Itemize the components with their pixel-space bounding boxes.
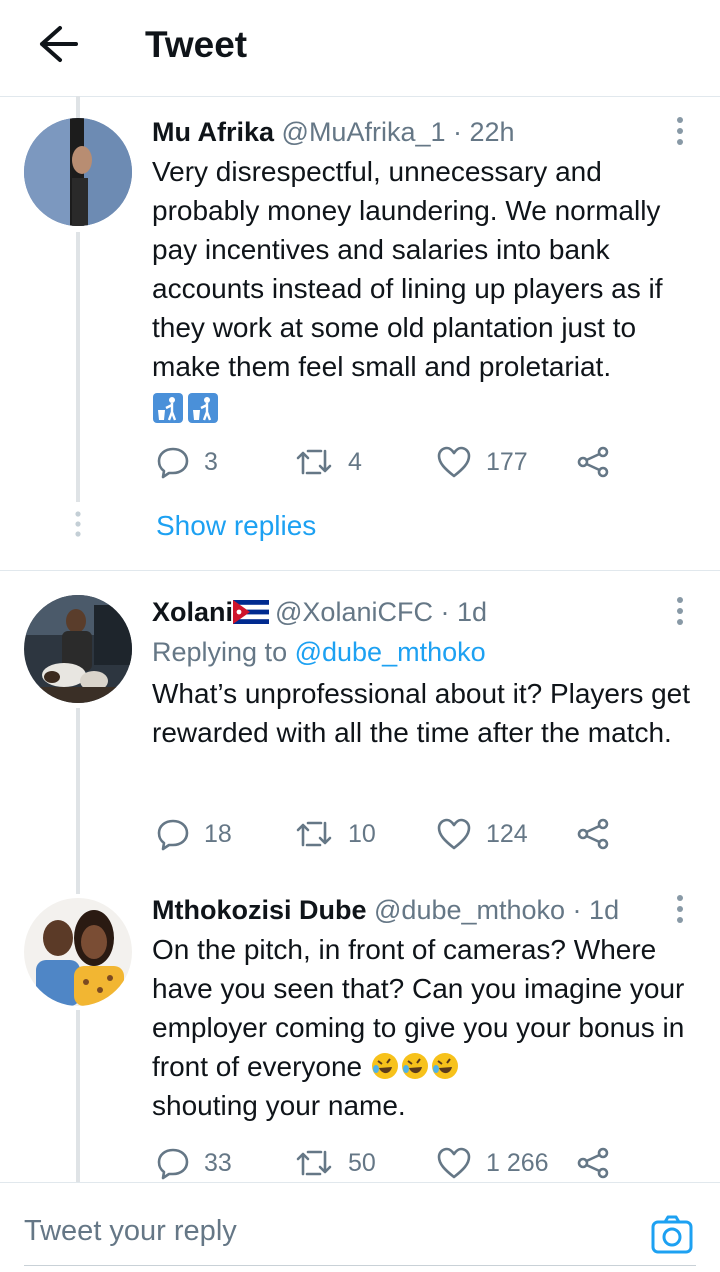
share-icon [577,446,609,478]
tweet-text: On the pitch, in front of cameras? Where… [152,930,696,1125]
tweet-actions: 33 50 1 266 [152,1143,622,1183]
retweet-count: 10 [348,819,376,848]
like-button[interactable]: 124 [436,814,528,854]
handle[interactable]: @MuAfrika_1 [282,117,446,147]
timestamp[interactable]: 1d [589,895,619,925]
page-title: Tweet [145,24,248,65]
tweet-meta: Mthokozisi Dube @dube_mthoko · 1d [152,890,696,930]
meta-separator: · [432,597,457,627]
heart-icon [437,1147,471,1179]
share-icon [577,818,609,850]
reply-count: 33 [204,1148,232,1177]
reply-input[interactable]: Tweet your reply [24,1215,237,1248]
share-button[interactable] [576,1143,610,1183]
thread-line [76,96,80,118]
back-arrow-icon[interactable] [30,22,82,66]
like-button[interactable]: 1 266 [436,1143,549,1183]
top-bar: Tweet [0,0,720,97]
rofl-emoji-icon [431,1053,458,1079]
tweet-actions: 18 10 124 [152,814,622,854]
share-button[interactable] [576,814,610,854]
replying-to: Replying to @dube_mthoko [152,632,696,672]
reply-icon [157,819,189,851]
divider [0,570,720,571]
like-count: 177 [486,447,528,476]
input-underline [24,1265,696,1266]
litter-bin-emoji-icon [188,393,218,423]
retweet-icon [296,821,332,847]
share-icon [577,1147,609,1179]
retweet-button[interactable]: 50 [294,1143,376,1183]
thread-line [76,1010,80,1182]
tweet-text: What’s unprofessional about it? Players … [152,678,691,748]
handle[interactable]: @XolaniCFC [275,597,433,627]
thread-more-icon [75,511,81,537]
avatar[interactable] [24,898,132,1006]
meta-separator: · [565,895,590,925]
replying-to-prefix: Replying to [152,637,295,667]
like-count: 124 [486,819,528,848]
retweet-icon [296,1150,332,1176]
retweet-count: 50 [348,1148,376,1177]
reply-count: 18 [204,819,232,848]
timestamp[interactable]: 1d [457,597,487,627]
reply-count: 3 [204,447,218,476]
avatar[interactable] [24,118,132,226]
reply-icon [157,447,189,479]
emoji-group [152,392,696,424]
reply-button[interactable]: 33 [156,1143,232,1183]
litter-bin-emoji-icon [153,393,183,423]
retweet-icon [296,449,332,475]
tweet-meta: Xolani @XolaniCFC · 1d [152,592,696,632]
like-count: 1 266 [486,1148,549,1177]
display-name[interactable]: Mthokozisi Dube [152,895,367,925]
retweet-button[interactable]: 4 [294,442,362,482]
heart-icon [437,446,471,478]
like-button[interactable]: 177 [436,442,528,482]
reply-button[interactable]: 18 [156,814,232,854]
thread-line [76,232,80,502]
tweet-actions: 3 4 177 [152,442,622,482]
rofl-emoji-icon [401,1053,428,1079]
thread-line [76,708,80,894]
reply-icon [157,1148,189,1180]
heart-icon [437,818,471,850]
share-button[interactable] [576,442,610,482]
cuba-flag-icon [233,600,270,624]
timestamp[interactable]: 22h [470,117,515,147]
show-replies-link[interactable]: Show replies [156,506,316,546]
mention-link[interactable]: @dube_mthoko [295,637,486,667]
meta-separator: · [445,117,470,147]
rofl-emoji-icon [371,1053,398,1079]
tweet-text-part: shouting your name. [152,1090,406,1121]
display-name[interactable]: Mu Afrika [152,117,274,147]
camera-icon[interactable] [650,1213,694,1257]
avatar[interactable] [24,595,132,703]
reply-composer: Tweet your reply [0,1182,720,1272]
tweet-text: Very disrespectful, unnecessary and prob… [152,156,663,382]
retweet-button[interactable]: 10 [294,814,376,854]
reply-button[interactable]: 3 [156,442,218,482]
tweet-meta: Mu Afrika @MuAfrika_1 · 22h [152,112,696,152]
retweet-count: 4 [348,447,362,476]
handle[interactable]: @dube_mthoko [374,895,565,925]
display-name[interactable]: Xolani [152,597,233,627]
